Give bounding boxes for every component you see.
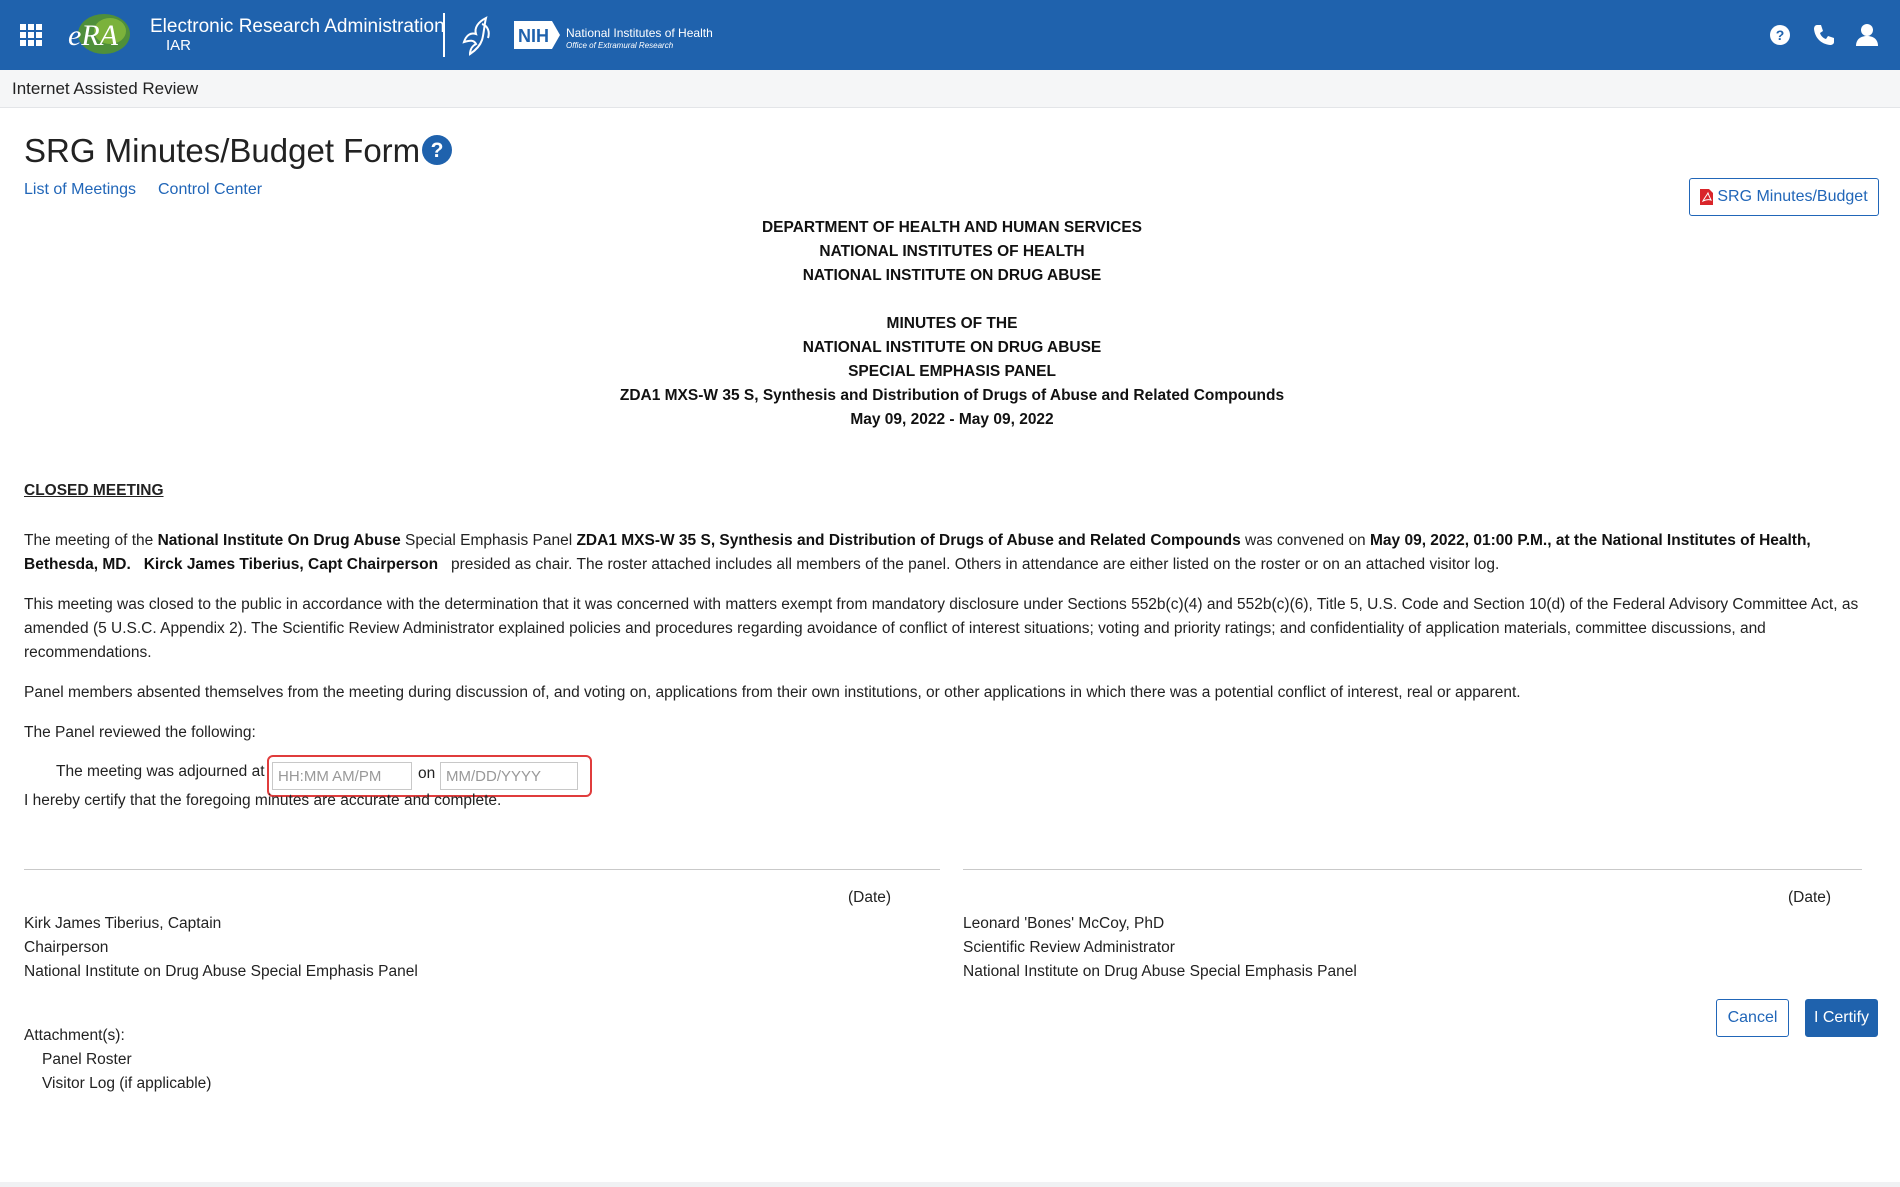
closed-meeting-heading: CLOSED MEETING: [24, 482, 164, 499]
agency-heading: DEPARTMENT OF HEALTH AND HUMAN SERVICES …: [0, 216, 1900, 288]
module-title: Internet Assisted Review: [12, 79, 199, 98]
srg-minutes-pdf-button[interactable]: SRG Minutes/Budget: [1689, 178, 1879, 216]
pdf-file-icon: [1700, 189, 1714, 205]
phone-icon[interactable]: [1811, 22, 1837, 48]
top-navigation-bar: eRA Electronic Research Administration I…: [0, 0, 1900, 70]
app-name: Electronic Research Administration: [150, 16, 445, 37]
i-certify-button[interactable]: I Certify: [1805, 999, 1878, 1037]
chair-role: Chairperson: [24, 939, 109, 956]
list-of-meetings-link[interactable]: List of Meetings: [24, 181, 136, 199]
sra-role: Scientific Review Administrator: [963, 939, 1175, 956]
sra-signature-line: [963, 869, 1862, 870]
header-divider: [443, 13, 445, 57]
agency-line: NATIONAL INSTITUTE ON DRUG ABUSE: [802, 267, 1102, 284]
conflict-paragraph: Panel members absented themselves from t…: [24, 684, 1521, 701]
module-subheader: Internet Assisted Review: [0, 70, 1900, 108]
minutes-heading: MINUTES OF THE NATIONAL INSTITUTE ON DRU…: [0, 312, 1900, 432]
pdf-button-label: SRG Minutes/Budget: [1717, 188, 1868, 205]
sra-signature-block: Leonard 'Bones' McCoy, PhD Scientific Re…: [963, 912, 1357, 984]
hhs-eagle-logo: [462, 16, 490, 56]
era-logo[interactable]: eRA: [66, 11, 132, 57]
attachments-label: Attachment(s):: [24, 1027, 125, 1044]
certify-statement: I hereby certify that the foregoing minu…: [24, 792, 502, 809]
minutes-line: May 09, 2022 - May 09, 2022: [850, 411, 1054, 428]
nih-name: National Institutes of Health: [566, 26, 713, 40]
sra-name: Leonard 'Bones' McCoy, PhD: [963, 915, 1165, 932]
chair-name: Kirk James Tiberius, Captain: [24, 915, 222, 932]
attachments-block: Attachment(s): Panel Roster Visitor Log …: [24, 1024, 211, 1096]
attachment-item: Panel Roster: [42, 1051, 132, 1068]
control-center-link[interactable]: Control Center: [158, 181, 262, 199]
on-label: on: [418, 765, 436, 782]
svg-text:NIH: NIH: [518, 26, 549, 46]
cancel-button[interactable]: Cancel: [1716, 999, 1789, 1037]
adjourn-time-input[interactable]: [272, 762, 412, 790]
adjourn-date-input[interactable]: [440, 762, 578, 790]
panel-reviewed-text: The Panel reviewed the following:: [24, 724, 256, 741]
chair-signature-block: Kirk James Tiberius, Captain Chairperson…: [24, 912, 418, 984]
chair-signature-line: [24, 869, 940, 870]
sra-date-label: (Date): [1788, 889, 1832, 906]
apps-grid-icon[interactable]: [20, 24, 42, 46]
page-title: SRG Minutes/Budget Form: [24, 132, 421, 169]
page-help-icon[interactable]: ?: [421, 134, 453, 166]
agency-line: NATIONAL INSTITUTES OF HEALTH: [819, 243, 1085, 260]
nih-office: Office of Extramural Research: [566, 41, 674, 50]
adjourned-label: The meeting was adjourned at: [56, 763, 265, 780]
minutes-line: MINUTES OF THE: [886, 315, 1018, 332]
sra-org: National Institute on Drug Abuse Special…: [963, 963, 1357, 980]
user-icon[interactable]: [1854, 22, 1880, 48]
attachment-item: Visitor Log (if applicable): [42, 1075, 212, 1092]
minutes-line: NATIONAL INSTITUTE ON DRUG ABUSE: [802, 339, 1102, 356]
agency-line: DEPARTMENT OF HEALTH AND HUMAN SERVICES: [761, 219, 1143, 236]
chair-org: National Institute on Drug Abuse Special…: [24, 963, 418, 980]
help-icon[interactable]: ?: [1767, 22, 1793, 48]
nih-badge-icon: NIH: [514, 21, 560, 49]
svg-text:?: ?: [1776, 27, 1785, 43]
svg-text:?: ?: [431, 139, 444, 162]
footer-strip: [0, 1182, 1900, 1187]
closure-paragraph: This meeting was closed to the public in…: [24, 596, 1859, 661]
meeting-paragraph: The meeting of the National Institute On…: [24, 532, 1811, 573]
minutes-line: SPECIAL EMPHASIS PANEL: [848, 363, 1056, 380]
app-module: IAR: [166, 37, 192, 54]
chair-date-label: (Date): [848, 889, 892, 906]
svg-text:eRA: eRA: [68, 19, 119, 52]
minutes-line: ZDA1 MXS-W 35 S, Synthesis and Distribut…: [619, 387, 1285, 404]
